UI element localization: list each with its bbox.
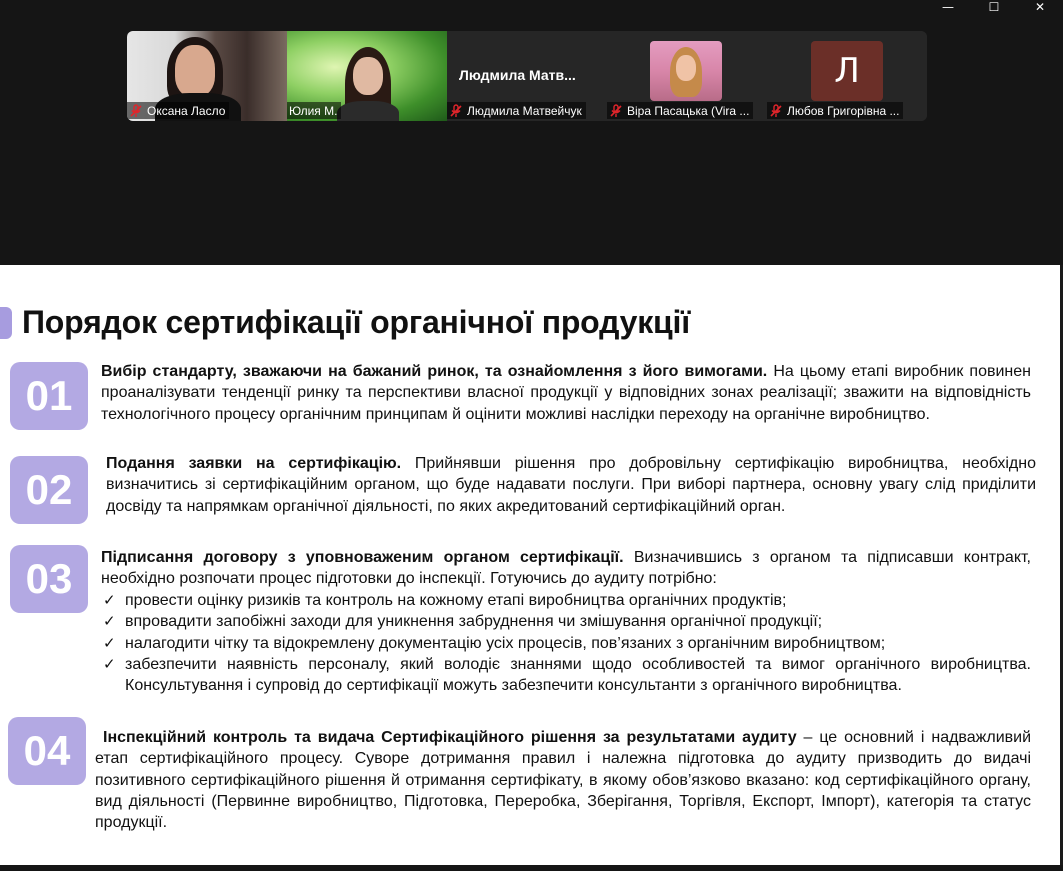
checklist-item: ✓ забезпечити наявність персоналу, який в… (103, 654, 1031, 695)
checkmark-icon: ✓ (103, 633, 116, 652)
participant-name: Людмила Матвейчук (467, 103, 582, 118)
step-paragraph: Підписання договору з уповноваженим орга… (101, 547, 1031, 590)
participant-namebar: Оксана Ласло (127, 102, 230, 119)
step-heading: Подання заявки на сертифікацію. (106, 455, 402, 472)
step-paragraph: Вибір стандарту, зважаючи на бажаний рин… (101, 361, 1031, 425)
participant-avatar: Л (811, 41, 883, 101)
muted-mic-icon (769, 103, 783, 118)
checklist-item: ✓ впровадити запобіжні заходи для уникнен… (101, 611, 1031, 632)
participant-name: Оксана Ласло (147, 103, 226, 118)
participant-name: Юлия М. (289, 103, 338, 118)
step-number-badge: 02 (10, 456, 88, 524)
step-heading: Вибір стандарту, зважаючи на бажаний рин… (101, 363, 768, 380)
participant-tile-liudmyla[interactable]: Людмила Матв... Людмила Матвейчук (447, 31, 607, 121)
participant-namebar: Людмила Матвейчук (447, 102, 586, 119)
preparation-checklist: ✓ провести оцінку ризиків та контроль на … (101, 590, 1031, 696)
muted-mic-icon (449, 103, 463, 118)
participant-namebar: Віра Пасацька (Vira ... (607, 102, 754, 119)
participant-tile-oksana[interactable]: Оксана Ласло (127, 31, 287, 121)
slide-title: Порядок сертифікації органічної продукці… (22, 304, 690, 340)
step-number-badge: 03 (10, 545, 88, 613)
checklist-item: ✓ провести оцінку ризиків та контроль на … (101, 590, 1031, 611)
title-accent-bar (0, 307, 12, 339)
participant-name: Віра Пасацька (Vira ... (627, 103, 750, 118)
maximize-button[interactable]: ☐ (971, 0, 1017, 14)
checkmark-icon: ✓ (103, 591, 116, 609)
bottom-bar (0, 865, 1063, 871)
participant-namebar: Юлия М. (287, 102, 342, 119)
step-paragraph: Подання заявки на сертифікацію. Прийнявш… (106, 453, 1036, 517)
participant-tile-liubov[interactable]: Л Любов Григорівна ... (767, 31, 927, 121)
step-paragraph: Інспекційний контроль та видача Сертифік… (95, 727, 1031, 833)
step-heading: Підписання договору з уповноваженим орга… (101, 549, 624, 566)
participant-photo (650, 41, 722, 101)
participant-strip: Оксана Ласло Юлия М. Людмила Матв... Люд… (127, 31, 927, 121)
participant-namebar: Любов Григорівна ... (767, 102, 904, 119)
participant-tile-yulia[interactable]: Юлия М. (287, 31, 447, 121)
step-heading: Інспекційний контроль та видача Сертифік… (103, 729, 797, 746)
zoom-meeting-window: — ☐ ✕ Оксана Ласло Юлия М. Людмила Матв.… (0, 0, 1063, 871)
checklist-item: ✓ налагодити чітку та відокремлену докуме… (101, 633, 1031, 654)
muted-mic-icon (129, 103, 143, 118)
close-button[interactable]: ✕ (1017, 0, 1063, 14)
participant-tile-vira[interactable]: Віра Пасацька (Vira ... (607, 31, 767, 121)
step-number-badge: 04 (8, 717, 86, 785)
minimize-button[interactable]: — (925, 0, 971, 14)
step-number-badge: 01 (10, 362, 88, 430)
participant-display-name: Людмила Матв... (459, 67, 576, 83)
checkmark-icon: ✓ (103, 612, 116, 631)
window-controls: — ☐ ✕ (925, 0, 1063, 14)
checkmark-icon: ✓ (103, 654, 116, 673)
muted-mic-icon (609, 103, 623, 118)
participant-name: Любов Григорівна ... (787, 103, 900, 118)
shared-screen-slide: Порядок сертифікації органічної продукці… (0, 265, 1063, 865)
